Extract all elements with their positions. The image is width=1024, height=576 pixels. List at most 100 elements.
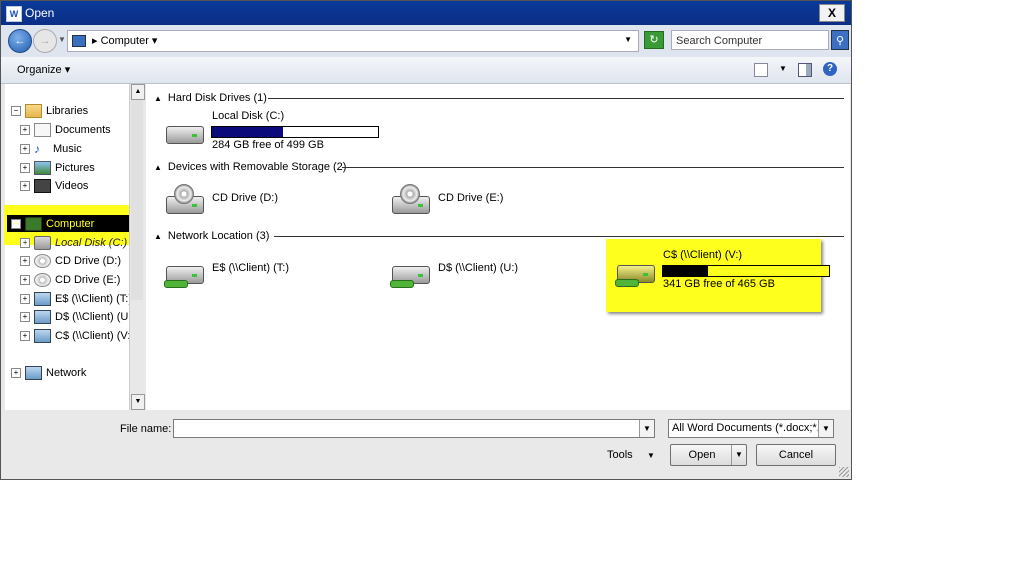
- recent-pages-dropdown[interactable]: ▼: [58, 35, 66, 44]
- group-divider: [342, 167, 844, 168]
- search-input[interactable]: Search Computer: [671, 30, 829, 50]
- resize-grip[interactable]: [839, 467, 849, 477]
- nav-item-cd-d[interactable]: + CD Drive (D:): [20, 253, 121, 269]
- preview-pane-icon[interactable]: [798, 63, 812, 77]
- nav-label: C$ (\\Client) (V:): [55, 330, 135, 342]
- open-button[interactable]: Open ▼: [670, 444, 747, 466]
- nav-label: CD Drive (D:): [55, 255, 121, 267]
- network-drive-icon: [34, 310, 51, 325]
- scroll-up-icon[interactable]: ▲: [131, 84, 145, 100]
- collapse-icon[interactable]: −: [11, 219, 21, 230]
- expand-icon[interactable]: +: [20, 312, 30, 323]
- close-button[interactable]: X: [819, 4, 845, 22]
- network-drive-icon: [34, 329, 51, 344]
- drive-e[interactable]: CD Drive (E:): [390, 180, 590, 224]
- collapse-triangle-icon[interactable]: ▲: [154, 92, 162, 106]
- expand-icon[interactable]: +: [20, 331, 30, 342]
- nav-item-videos[interactable]: + Videos: [20, 178, 88, 194]
- nav-item-music[interactable]: + ♪ Music: [20, 141, 82, 157]
- videos-icon: [34, 179, 51, 194]
- open-label: Open: [688, 449, 716, 461]
- expand-icon[interactable]: +: [20, 144, 30, 155]
- nav-item-pictures[interactable]: + Pictures: [20, 160, 95, 176]
- back-button[interactable]: ←: [8, 29, 32, 53]
- expand-icon[interactable]: +: [20, 125, 30, 136]
- drive-t[interactable]: E$ (\\Client) (T:): [164, 250, 364, 294]
- drive-name: Local Disk (C:): [212, 110, 285, 122]
- drive-c[interactable]: Local Disk (C:) 284 GB free of 499 GB: [164, 110, 404, 154]
- filename-input[interactable]: ▼: [173, 419, 655, 438]
- drive-free-space: 341 GB free of 465 GB: [663, 278, 775, 290]
- help-icon[interactable]: ?: [823, 62, 837, 76]
- network-drive-icon: [34, 292, 51, 307]
- drive-v[interactable]: C$ (\\Client) (V:) 341 GB free of 465 GB: [615, 249, 835, 293]
- breadcrumb-computer[interactable]: Computer: [101, 35, 149, 47]
- nav-item-network[interactable]: + Network: [11, 365, 86, 381]
- tools-button[interactable]: Tools: [607, 449, 633, 461]
- drive-name: D$ (\\Client) (U:): [438, 262, 519, 274]
- nav-label: Documents: [55, 124, 111, 136]
- expand-icon[interactable]: +: [20, 294, 30, 305]
- filetype-dropdown-icon[interactable]: ▼: [818, 420, 833, 437]
- cancel-button[interactable]: Cancel: [756, 444, 836, 466]
- drive-d[interactable]: CD Drive (D:): [164, 180, 364, 224]
- nav-label: Computer: [46, 218, 95, 230]
- drive-free-space: 284 GB free of 499 GB: [212, 139, 324, 151]
- nav-label: CD Drive (E:): [55, 274, 121, 286]
- filetype-select[interactable]: All Word Documents (*.docx;*.d ▼: [668, 419, 834, 438]
- nav-scrollbar[interactable]: ▲ ▼: [129, 84, 145, 410]
- group-divider: [268, 98, 844, 99]
- nav-item-computer[interactable]: − Computer: [11, 216, 94, 232]
- search-icon[interactable]: ⚲: [831, 30, 849, 50]
- filename-label: File name:: [120, 423, 172, 435]
- cd-drive-icon: [164, 184, 204, 216]
- view-options-dropdown[interactable]: ▼: [779, 64, 787, 73]
- expand-icon[interactable]: +: [11, 368, 21, 379]
- scroll-thumb[interactable]: [131, 100, 143, 300]
- nav-label: Videos: [55, 180, 89, 192]
- collapse-icon[interactable]: −: [11, 106, 21, 117]
- refresh-icon[interactable]: ↻: [644, 31, 664, 49]
- collapse-triangle-icon[interactable]: ▲: [154, 161, 162, 175]
- drive-u[interactable]: D$ (\\Client) (U:): [390, 250, 590, 294]
- nav-label: Network: [46, 367, 87, 379]
- nav-item-local-disk[interactable]: + Local Disk (C:): [20, 235, 127, 251]
- collapse-triangle-icon[interactable]: ▲: [154, 230, 162, 244]
- group-header-hdd[interactable]: ▲ Hard Disk Drives (1): [154, 91, 267, 105]
- nav-label: E$ (\\Client) (T:): [55, 293, 133, 305]
- drive-name: E$ (\\Client) (T:): [212, 262, 290, 274]
- group-label: Devices with Removable Storage (2): [167, 161, 347, 173]
- expand-icon[interactable]: +: [20, 181, 30, 192]
- pictures-icon: [34, 161, 51, 176]
- nav-item-cd-e[interactable]: + CD Drive (E:): [20, 272, 120, 288]
- breadcrumb[interactable]: ▸ Computer ▾: [92, 34, 157, 47]
- group-header-removable[interactable]: ▲ Devices with Removable Storage (2): [154, 160, 346, 174]
- documents-icon: [34, 123, 51, 138]
- address-bar[interactable]: ▸ Computer ▾ ▼: [67, 30, 639, 52]
- address-bar-row: ← → ▼ ▸ Computer ▾ ▼ ↻ Search Computer ⚲: [1, 25, 851, 57]
- usage-bar-fill: [212, 127, 284, 137]
- filename-dropdown-icon[interactable]: ▼: [639, 420, 654, 437]
- expand-icon[interactable]: +: [20, 238, 30, 249]
- computer-icon: [72, 35, 86, 47]
- address-dropdown-icon[interactable]: ▼: [624, 35, 632, 44]
- group-header-network[interactable]: ▲ Network Location (3): [154, 229, 269, 243]
- bottom-panel: File name: ▼ All Word Documents (*.docx;…: [1, 411, 851, 479]
- nav-label: D$ (\\Client) (U:): [55, 311, 136, 323]
- nav-item-share-u[interactable]: + D$ (\\Client) (U:): [20, 309, 135, 325]
- organize-button[interactable]: Organize ▾: [17, 63, 70, 76]
- nav-item-libraries[interactable]: − Libraries: [11, 103, 88, 119]
- nav-item-share-v[interactable]: + C$ (\\Client) (V:): [20, 328, 134, 344]
- tools-dropdown-icon[interactable]: ▼: [647, 451, 655, 460]
- expand-icon[interactable]: +: [20, 163, 30, 174]
- forward-button[interactable]: →: [33, 29, 57, 53]
- command-bar: Organize ▾ ▼ ?: [1, 57, 851, 84]
- libraries-icon: [25, 104, 42, 119]
- scroll-down-icon[interactable]: ▼: [131, 394, 145, 410]
- change-view-icon[interactable]: [754, 63, 768, 77]
- nav-item-share-t[interactable]: + E$ (\\Client) (T:): [20, 291, 132, 307]
- open-split-dropdown-icon[interactable]: ▼: [731, 445, 746, 465]
- nav-item-documents[interactable]: + Documents: [20, 122, 111, 138]
- expand-icon[interactable]: +: [20, 275, 30, 286]
- expand-icon[interactable]: +: [20, 256, 30, 267]
